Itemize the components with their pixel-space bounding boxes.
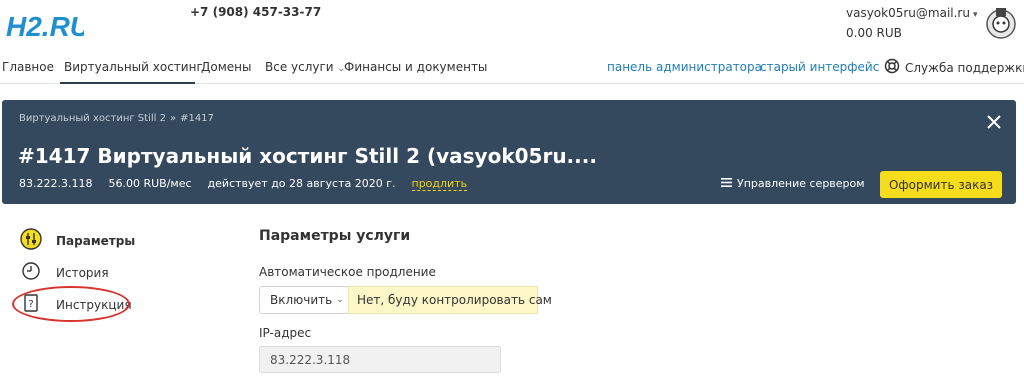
auto-renew-hint: Нет, буду контролировать сам [348,286,552,314]
order-button[interactable]: Оформить заказ [880,171,1002,198]
renew-link[interactable]: продлить [411,177,468,191]
chevron-down-icon: ⌄ [336,295,344,305]
sliders-icon [20,228,42,253]
sidebar-item-parameters[interactable]: Параметры [20,228,135,253]
manage-server-button[interactable]: Управление сервером [721,177,865,190]
nav-item-finance[interactable]: Финансы и документы [344,60,487,74]
logo[interactable]: H2.RU [4,6,91,46]
chevron-down-icon: ▾ [972,10,978,20]
manage-server-label[interactable]: Управление сервером [737,177,865,190]
breadcrumb-item-hosting[interactable]: Виртуальный хостинг Still 2 [19,113,166,124]
auto-renew-value[interactable]: Включить [270,293,332,307]
account-email-row[interactable]: vasyok05ru@mail.ru ▾ [846,6,978,20]
service-header-panel: Виртуальный хостинг Still 2» #1417 #1417 … [2,100,1016,204]
old-interface-link[interactable]: старый интерфейс [760,60,879,74]
sidebar-item-label[interactable]: История [56,266,109,280]
lifebuoy-icon [884,58,900,77]
nav-active-indicator [60,82,195,84]
breadcrumb-item-current: #1417 [180,113,214,124]
service-valid-until: действует до 28 августа 2020 г. [207,177,396,190]
phone-number: +7 (908) 457-33-77 [190,5,322,19]
support-link[interactable]: Служба поддержки [884,58,1024,77]
service-ip: 83.222.3.118 [19,177,93,190]
auto-renew-label: Автоматическое продление [259,265,436,279]
admin-panel-link[interactable]: панель администратора [607,60,762,74]
main-nav: Главное Виртуальный хостинг Домены Все у… [0,50,1024,84]
account-email[interactable]: vasyok05ru@mail.ru [846,6,970,20]
ip-address-field: 83.222.3.118 [259,346,501,373]
support-label[interactable]: Служба поддержки [905,61,1024,75]
sidebar-item-label[interactable]: Параметры [56,234,135,248]
annotation-circle [12,286,130,322]
section-title: Параметры услуги [259,228,411,244]
clock-icon [20,260,42,285]
nav-item-all-services[interactable]: Все услуги [265,60,334,74]
nav-item-all-services-row[interactable]: Все услуги ⌄ [265,60,345,74]
account-menu[interactable]: vasyok05ru@mail.ru ▾ 0.00 RUB [846,6,978,40]
close-icon[interactable] [986,114,1002,130]
menu-icon [721,177,732,190]
nav-item-domains[interactable]: Домены [201,60,251,74]
sidebar-item-history[interactable]: История [20,260,109,285]
breadcrumb: Виртуальный хостинг Still 2» #1417 [19,113,214,124]
page-title: #1417 Виртуальный хостинг Still 2 (vasyo… [18,144,597,168]
service-price: 56.00 RUB/мес [108,177,192,190]
nav-item-virtual-hosting[interactable]: Виртуальный хостинг [64,60,203,74]
avatar[interactable] [983,4,1019,40]
breadcrumb-separator: » [169,113,177,124]
service-meta: 83.222.3.118 56.00 RUB/мес действует до … [19,177,468,191]
nav-item-main[interactable]: Главное [2,60,54,74]
logo-text: H2.RU [6,11,84,42]
account-balance: 0.00 RUB [846,26,902,40]
auto-renew-select[interactable]: Включить ⌄ [259,286,349,314]
ip-label: IP-адрес [259,326,312,340]
